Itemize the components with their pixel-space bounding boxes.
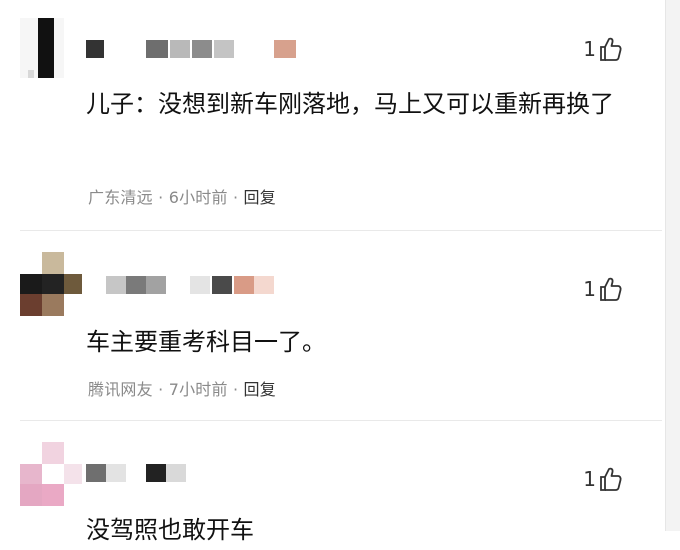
like-button[interactable]: 1 [583,466,622,492]
avatar[interactable] [20,18,64,78]
like-button[interactable]: 1 [583,36,622,62]
like-count: 1 [583,37,596,61]
divider [20,230,662,231]
comment-text: 儿子：没想到新车刚落地，马上又可以重新再换了 [86,90,614,118]
comment-location: 腾讯网友 [88,380,153,399]
avatar[interactable] [20,252,82,316]
thumbs-up-icon [598,466,622,492]
scrollbar[interactable] [665,0,680,531]
thumbs-up-icon [598,36,622,62]
avatar[interactable] [20,442,82,506]
comment-meta: 腾讯网友 · 7小时前 · 回复 [88,380,276,399]
comment-time: 7小时前 [168,380,228,399]
comment-location: 广东清远 [88,188,153,207]
comment-text: 车主要重考科目一了。 [86,328,326,356]
like-count: 1 [583,467,596,491]
comment-time: 6小时前 [168,188,228,207]
like-count: 1 [583,277,596,301]
comment-text: 没驾照也敢开车 [86,516,254,544]
comment-meta: 广东清远 · 6小时前 · 回复 [88,188,276,207]
like-button[interactable]: 1 [583,276,622,302]
divider [20,420,662,421]
reply-button[interactable]: 回复 [244,188,276,207]
reply-button[interactable]: 回复 [244,380,276,399]
thumbs-up-icon [598,276,622,302]
